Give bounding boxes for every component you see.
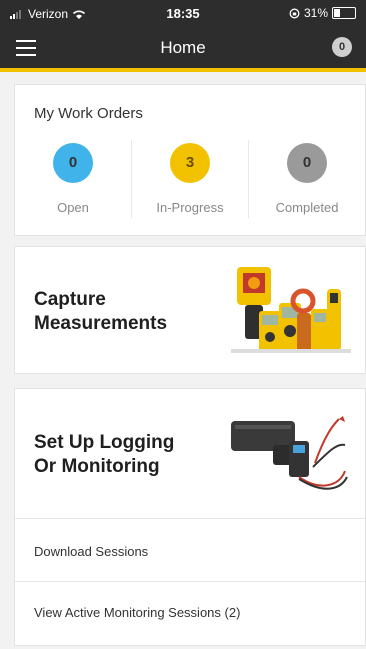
capture-title-line2: Measurements xyxy=(34,313,168,334)
setup-title-line1[interactable]: Set Up Logging xyxy=(34,431,174,455)
download-sessions-link[interactable]: Download Sessions xyxy=(34,544,148,559)
capture-measurements-card[interactable]: Capture Measurements xyxy=(14,246,366,374)
in-progress-label: In-Progress xyxy=(156,200,224,215)
work-orders-heading: My Work Orders xyxy=(34,105,143,122)
work-order-completed[interactable]: 0 Completed xyxy=(249,143,365,215)
in-progress-count-circle: 3 xyxy=(170,143,210,183)
page-title: Home xyxy=(160,38,206,57)
notification-badge[interactable]: 0 xyxy=(332,37,352,57)
work-orders-card: My Work Orders 0 Open 3 In-Progress 0 Co… xyxy=(14,84,366,236)
setup-logging-card: Set Up Logging Or Monitoring Download Se… xyxy=(14,388,366,646)
work-order-open[interactable]: 0 Open xyxy=(15,143,131,215)
measurement-tools-image xyxy=(231,267,351,353)
in-progress-count: 3 xyxy=(185,154,195,171)
battery-icon xyxy=(332,7,356,19)
completed-count-circle: 0 xyxy=(287,143,327,183)
app-header: Home 0 xyxy=(0,28,366,72)
battery-label: 31% xyxy=(303,6,328,20)
lock-rotation-icon xyxy=(289,8,300,18)
divider xyxy=(15,518,365,519)
status-right: 31% xyxy=(289,6,356,20)
capture-title-line1: Capture xyxy=(34,289,106,310)
logging-device-image xyxy=(231,416,348,490)
setup-title-line2[interactable]: Or Monitoring xyxy=(34,455,160,479)
open-label: Open xyxy=(57,200,89,215)
open-count-circle: 0 xyxy=(53,143,93,183)
work-order-in-progress[interactable]: 3 In-Progress xyxy=(132,143,248,215)
active-sessions-link[interactable]: View Active Monitoring Sessions (2) xyxy=(34,605,240,620)
divider xyxy=(15,581,365,582)
completed-label: Completed xyxy=(275,200,339,215)
status-bar: Verizon 18:35 31% xyxy=(0,0,366,28)
